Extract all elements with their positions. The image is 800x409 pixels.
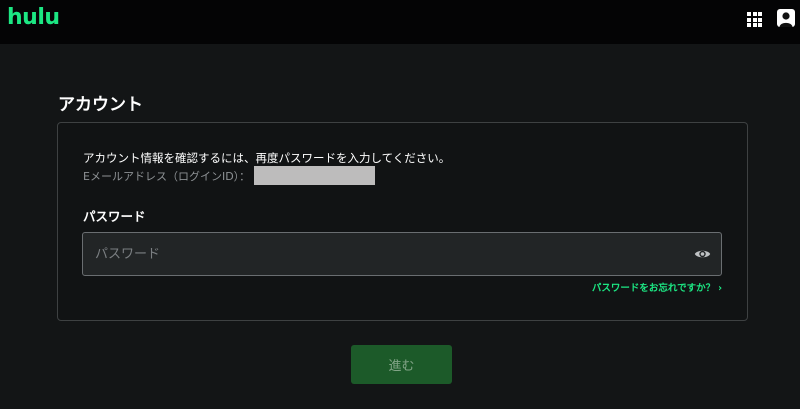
email-label: Eメールアドレス（ログインID）： (83, 169, 251, 183)
email-row: Eメールアドレス（ログインID）： (83, 166, 376, 185)
top-bar: hulu (0, 0, 800, 44)
apps-grid-icon[interactable] (747, 12, 762, 27)
page-title: アカウント (58, 95, 143, 115)
chevron-right-icon: › (718, 283, 722, 294)
forgot-password-link[interactable]: パスワードをお忘れですか？ › (592, 280, 722, 294)
profile-icon[interactable] (777, 9, 795, 27)
intro-text: アカウント情報を確認するには、再度パスワードを入力してください。 (83, 151, 451, 165)
forgot-password-label: パスワードをお忘れですか？ (591, 283, 716, 294)
hulu-logo[interactable]: hulu (7, 5, 60, 30)
account-verify-panel: アカウント情報を確認するには、再度パスワードを入力してください。 Eメールアドレ… (57, 122, 748, 321)
next-button[interactable]: 進む (351, 345, 452, 384)
email-redacted-value (254, 166, 376, 185)
password-label: パスワード (83, 209, 146, 224)
password-input[interactable] (82, 232, 722, 276)
eye-icon[interactable] (694, 246, 711, 262)
